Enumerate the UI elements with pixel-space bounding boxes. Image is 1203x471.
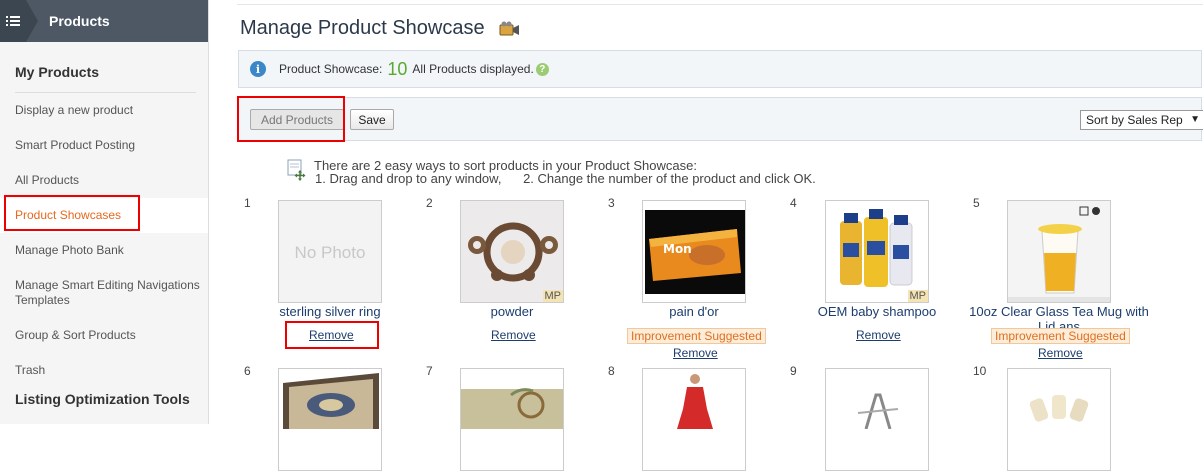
remove-link[interactable]: Remove bbox=[673, 346, 718, 360]
sidebar-item-product-showcases[interactable]: Product Showcases bbox=[0, 198, 208, 233]
section-my-products: My Products bbox=[15, 64, 100, 80]
drag-sort-icon bbox=[287, 159, 307, 186]
product-image bbox=[461, 201, 563, 302]
sort-select-value: Sort by Sales Rep bbox=[1086, 113, 1183, 127]
info-prefix: Product Showcase: bbox=[279, 62, 383, 76]
sidebar-item-group-sort-products[interactable]: Group & Sort Products bbox=[0, 318, 208, 353]
product-number: 5 bbox=[973, 196, 980, 210]
product-image bbox=[1008, 201, 1110, 302]
info-suffix: All Products displayed. bbox=[412, 62, 534, 76]
product-thumbnail[interactable]: Mon bbox=[642, 200, 746, 303]
product-number: 4 bbox=[790, 196, 797, 210]
product-thumbnail[interactable] bbox=[278, 368, 382, 471]
product-number: 7 bbox=[426, 364, 433, 378]
sidebar-item-trash[interactable]: Trash bbox=[0, 353, 208, 388]
product-number: 10 bbox=[973, 364, 987, 378]
product-image bbox=[461, 369, 563, 429]
product-thumbnail[interactable] bbox=[1007, 368, 1111, 471]
sidebar: Products My Products Display a new produ… bbox=[0, 0, 209, 424]
product-image bbox=[643, 369, 745, 429]
sort-select[interactable]: Sort by Sales Rep ▼ bbox=[1080, 110, 1203, 130]
product-name[interactable]: powder bbox=[421, 304, 603, 319]
menu-icon[interactable] bbox=[0, 0, 26, 42]
product-image bbox=[826, 201, 928, 302]
section-listing-optimization[interactable]: Listing Optimization Tools bbox=[0, 388, 208, 410]
product-number: 2 bbox=[426, 196, 433, 210]
product-image bbox=[826, 369, 928, 429]
product-image: Mon bbox=[643, 201, 745, 302]
help-icon[interactable]: ? bbox=[535, 62, 549, 76]
sidebar-header: Products bbox=[0, 0, 208, 42]
page-title: Manage Product Showcase bbox=[240, 17, 485, 39]
sidebar-item-display-new-product[interactable]: Display a new product bbox=[0, 93, 208, 128]
product-thumbnail[interactable]: MP bbox=[460, 200, 564, 303]
save-button[interactable]: Save bbox=[350, 109, 394, 130]
product-pack-text: Mon bbox=[663, 242, 692, 256]
product-name[interactable]: pain d'or bbox=[603, 304, 785, 319]
product-thumbnail[interactable]: MP bbox=[825, 200, 929, 303]
tip-way-1: 1. Drag and drop to any window, bbox=[315, 171, 502, 186]
product-thumbnail[interactable] bbox=[642, 368, 746, 471]
mp-badge: MP bbox=[542, 290, 563, 302]
video-icon[interactable] bbox=[499, 21, 521, 42]
mp-badge: MP bbox=[907, 290, 928, 302]
tip-ways: 1. Drag and drop to any window, 2. Chang… bbox=[315, 171, 834, 186]
improvement-badge[interactable]: Improvement Suggested bbox=[627, 328, 766, 344]
sidebar-item-all-products[interactable]: All Products bbox=[0, 163, 208, 198]
sidebar-item-smart-product-posting[interactable]: Smart Product Posting bbox=[0, 128, 208, 163]
sidebar-item-manage-photo-bank[interactable]: Manage Photo Bank bbox=[0, 233, 208, 268]
no-photo-text: No Photo bbox=[294, 243, 366, 262]
remove-link[interactable]: Remove bbox=[309, 328, 354, 342]
product-name[interactable]: 10oz Clear Glass Tea Mug with Lid ans bbox=[969, 304, 1149, 329]
product-thumbnail[interactable] bbox=[825, 368, 929, 471]
toolbar: Add Products Save Sort by Sales Rep ▼ bbox=[238, 97, 1203, 141]
product-name[interactable]: OEM baby shampoo bbox=[786, 304, 968, 319]
product-number: 3 bbox=[608, 196, 615, 210]
product-number: 6 bbox=[244, 364, 251, 378]
product-name[interactable]: sterling silver ring bbox=[239, 304, 421, 319]
header-arrow bbox=[26, 0, 38, 42]
remove-link[interactable]: Remove bbox=[491, 328, 536, 342]
remove-link[interactable]: Remove bbox=[1038, 346, 1083, 360]
product-number: 8 bbox=[608, 364, 615, 378]
add-products-button[interactable]: Add Products bbox=[250, 109, 344, 130]
divider bbox=[237, 4, 1203, 5]
remove-link[interactable]: Remove bbox=[856, 328, 901, 342]
info-bar: i Product Showcase: 10 All Products disp… bbox=[238, 50, 1202, 88]
sidebar-title: Products bbox=[49, 13, 110, 29]
product-thumbnail[interactable]: No Photo bbox=[278, 200, 382, 303]
product-image bbox=[279, 369, 381, 429]
improvement-badge[interactable]: Improvement Suggested bbox=[991, 328, 1130, 344]
product-thumbnail[interactable] bbox=[460, 368, 564, 471]
product-number: 9 bbox=[790, 364, 797, 378]
info-icon: i bbox=[250, 61, 266, 77]
tip-way-2: 2. Change the number of the product and … bbox=[523, 171, 816, 186]
caret-down-icon: ▼ bbox=[1190, 114, 1200, 125]
product-image bbox=[1008, 369, 1110, 429]
product-thumbnail[interactable] bbox=[1007, 200, 1111, 303]
showcase-count: 10 bbox=[387, 58, 408, 79]
sidebar-item-smart-editing-templates[interactable]: Manage Smart Editing Navigations Templat… bbox=[0, 268, 208, 318]
product-number: 1 bbox=[244, 196, 251, 210]
